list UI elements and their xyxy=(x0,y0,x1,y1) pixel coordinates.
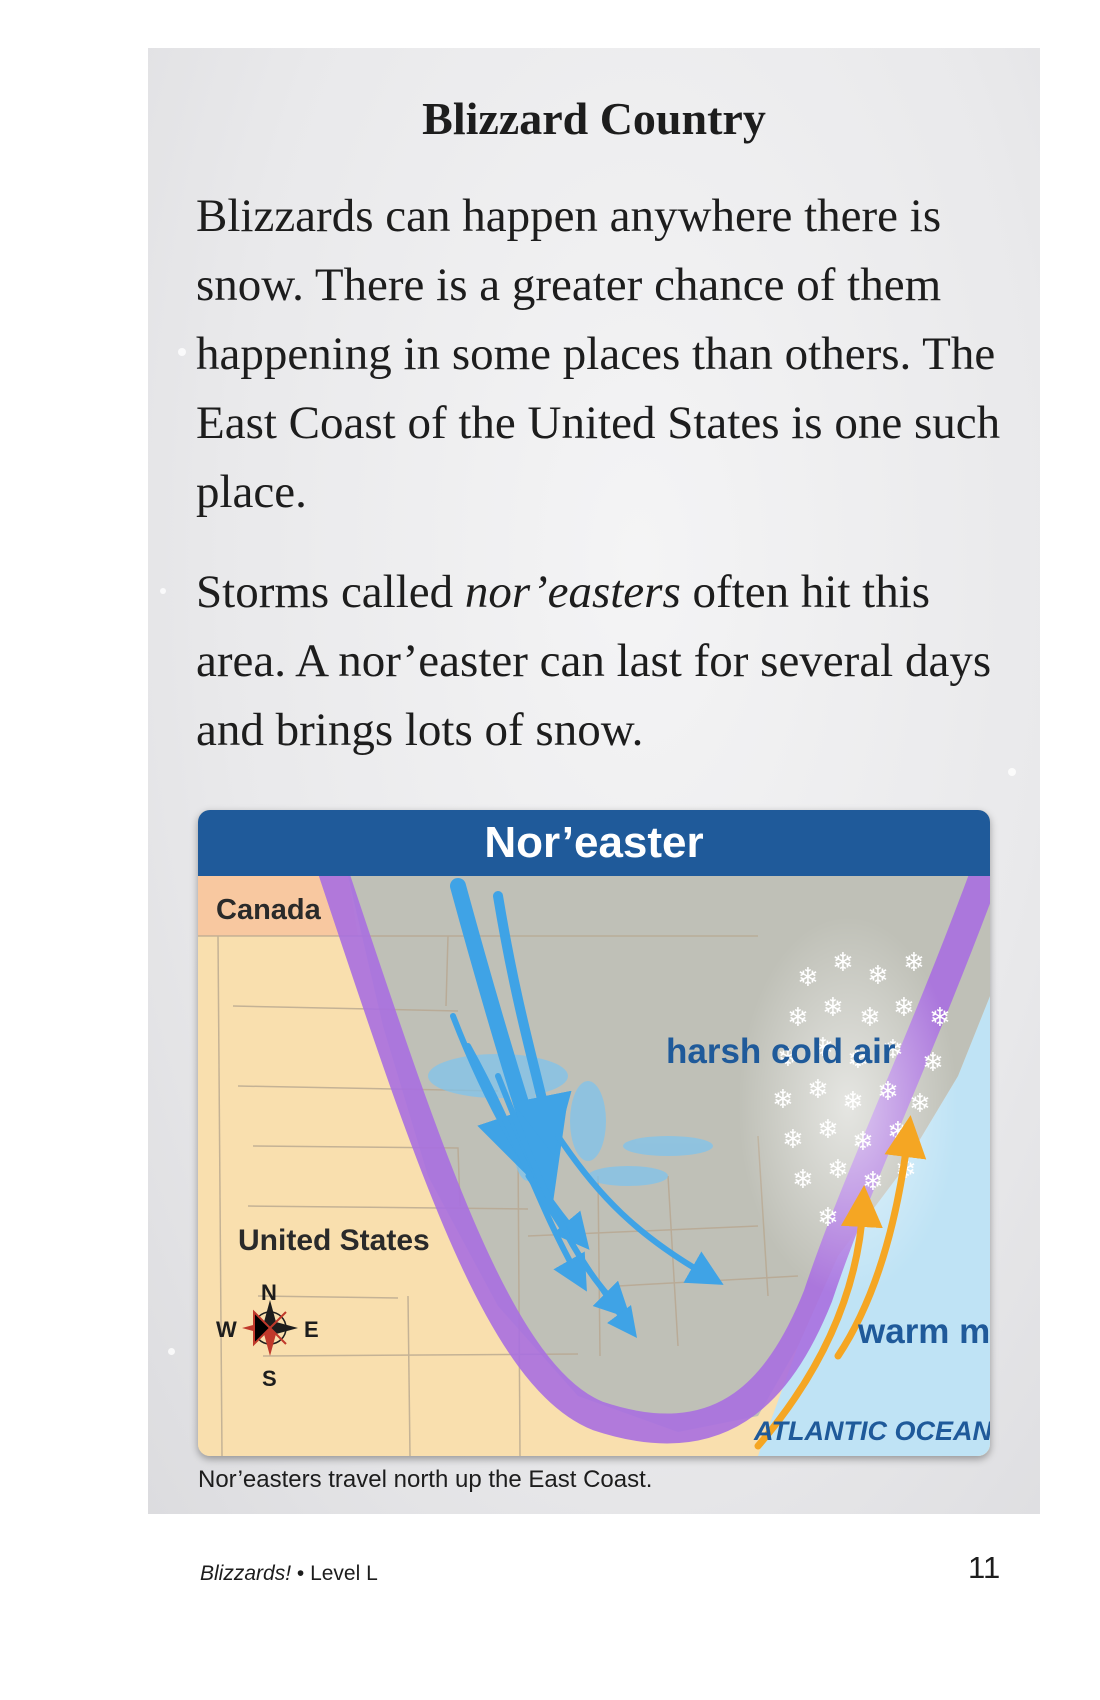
compass-west-label: W xyxy=(216,1317,237,1342)
footer-separator: • xyxy=(291,1562,311,1585)
compass-south-label: S xyxy=(262,1366,277,1391)
svg-text:❄: ❄ xyxy=(807,1075,829,1105)
paragraph-1: Blizzards can happen anywhere there is s… xyxy=(196,190,1001,518)
paragraph-2: Storms called nor’easters often hit this… xyxy=(196,558,1016,765)
svg-text:❄: ❄ xyxy=(862,1167,884,1197)
footer-book-title: Blizzards! xyxy=(200,1562,292,1585)
svg-text:❄: ❄ xyxy=(877,1077,899,1107)
paragraph-2-start: Storms called xyxy=(196,566,465,618)
page-title: Blizzard Country xyxy=(422,93,766,144)
page-panel: Blizzard Country Blizzards can happen an… xyxy=(148,48,1040,1514)
label-harsh-cold-air: harsh cold air xyxy=(666,1032,896,1071)
svg-text:❄: ❄ xyxy=(827,1155,849,1185)
footer-book-info: Blizzards! • Level L xyxy=(200,1562,378,1586)
svg-text:❄: ❄ xyxy=(903,948,925,978)
svg-text:❄: ❄ xyxy=(772,1085,794,1115)
paragraph-2-term: nor’easters xyxy=(464,566,681,618)
snow-dot xyxy=(160,588,166,594)
svg-text:❄: ❄ xyxy=(867,961,889,991)
svg-text:❄: ❄ xyxy=(842,1087,864,1117)
compass-north-label: N xyxy=(261,1280,277,1305)
svg-text:❄: ❄ xyxy=(787,1003,809,1033)
svg-text:❄: ❄ xyxy=(782,1125,804,1155)
footer-level: Level L xyxy=(310,1562,378,1585)
map-illustration: ❄ ❄ ❄ ❄ ❄ ❄ ❄ ❄ ❄ ❄ ❄ ❄ ❄ ❄ ❄ ❄ ❄ ❄ ❄ ❄ ❄ ❄ ❄ ❄ ❄ ❄ ❄ ❄ ❄ xyxy=(198,876,990,1456)
svg-text:❄: ❄ xyxy=(893,993,915,1023)
label-canada: Canada xyxy=(216,894,321,926)
svg-text:❄: ❄ xyxy=(797,963,819,993)
svg-text:❄: ❄ xyxy=(817,1203,839,1233)
svg-text:❄: ❄ xyxy=(832,948,854,978)
label-united-states: United States xyxy=(238,1224,430,1257)
snow-dot xyxy=(1008,768,1016,776)
svg-text:❄: ❄ xyxy=(792,1165,814,1195)
svg-text:❄: ❄ xyxy=(922,1048,944,1078)
svg-text:❄: ❄ xyxy=(852,1127,874,1157)
svg-text:❄: ❄ xyxy=(929,1003,951,1033)
svg-text:❄: ❄ xyxy=(822,993,844,1023)
svg-text:❄: ❄ xyxy=(909,1089,931,1119)
snow-dot xyxy=(178,348,186,356)
label-atlantic-ocean: ATLANTIC OCEAN xyxy=(754,1416,990,1446)
compass-east-label: E xyxy=(304,1317,319,1342)
page-number: 11 xyxy=(968,1550,1001,1585)
map-title: Nor’easter xyxy=(198,810,990,876)
map-caption: Nor’easters travel north up the East Coa… xyxy=(198,1466,653,1493)
svg-text:❄: ❄ xyxy=(859,1003,881,1033)
svg-text:❄: ❄ xyxy=(817,1115,839,1145)
label-warm-moist-air: warm moist air xyxy=(858,1312,990,1351)
snow-dot xyxy=(168,1348,175,1355)
noreaster-map: Nor’easter ❄ ❄ ❄ ❄ ❄ ❄ ❄ ❄ ❄ ❄ ❄ ❄ ❄ ❄ ❄… xyxy=(198,810,990,1456)
